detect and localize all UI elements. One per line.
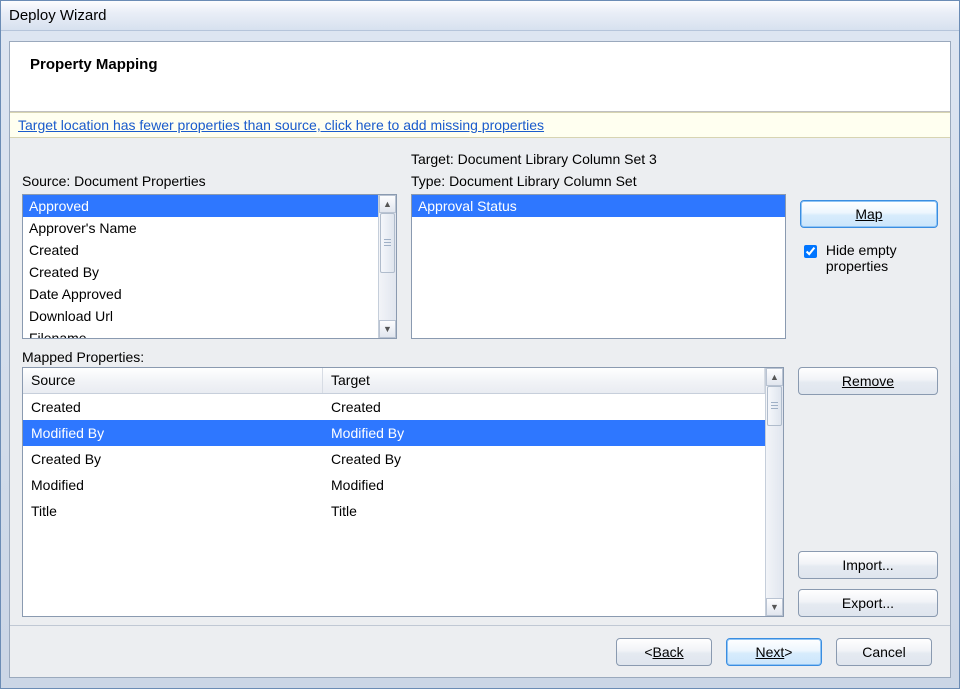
- table-row[interactable]: CreatedCreated: [23, 394, 765, 420]
- cell-target: Created: [323, 397, 765, 417]
- map-button[interactable]: Map: [800, 200, 938, 228]
- table-row[interactable]: Modified ByModified By: [23, 420, 765, 446]
- target-column: Target: Document Library Column Set 3 Ty…: [411, 148, 786, 339]
- warning-bar: Target location has fewer properties tha…: [10, 112, 950, 138]
- cell-source: Title: [23, 501, 323, 521]
- window-title: Deploy Wizard: [9, 7, 107, 24]
- content-area: Source: Document Properties ApprovedAppr…: [10, 138, 950, 625]
- map-controls-column: Map Hide empty properties: [800, 148, 938, 274]
- source-label: Source: Document Properties: [22, 170, 397, 192]
- scroll-thumb[interactable]: [767, 386, 782, 426]
- scroll-down-icon[interactable]: ▼: [379, 320, 396, 338]
- source-list-item[interactable]: Filename: [23, 327, 378, 338]
- source-list-item[interactable]: Approved: [23, 195, 378, 217]
- mapped-grid-area: Source Target CreatedCreatedModified ByM…: [22, 367, 938, 617]
- mapped-grid[interactable]: Source Target CreatedCreatedModified ByM…: [22, 367, 784, 617]
- cell-target: Modified: [323, 475, 765, 495]
- scroll-up-icon[interactable]: ▲: [766, 368, 783, 386]
- mapped-grid-scrollbar[interactable]: ▲ ▼: [765, 368, 783, 616]
- source-list-item[interactable]: Approver's Name: [23, 217, 378, 239]
- cell-source: Created: [23, 397, 323, 417]
- window-client-area: Property Mapping Target location has few…: [1, 31, 959, 688]
- target-type-label: Type: Document Library Column Set: [411, 170, 786, 192]
- source-list-item[interactable]: Date Approved: [23, 283, 378, 305]
- target-list-item[interactable]: Approval Status: [412, 195, 785, 217]
- cell-source: Created By: [23, 449, 323, 469]
- source-list-item[interactable]: Created: [23, 239, 378, 261]
- window-titlebar[interactable]: Deploy Wizard: [1, 1, 959, 31]
- cell-source: Modified: [23, 475, 323, 495]
- mapping-top-area: Source: Document Properties ApprovedAppr…: [22, 148, 938, 339]
- wizard-footer: < Back Next > Cancel: [10, 625, 950, 677]
- source-column: Source: Document Properties ApprovedAppr…: [22, 148, 397, 339]
- remove-button[interactable]: Remove: [798, 367, 938, 395]
- hide-empty-checkbox[interactable]: [804, 245, 817, 258]
- cell-target: Modified By: [323, 423, 765, 443]
- wizard-panel: Property Mapping Target location has few…: [9, 41, 951, 678]
- next-button[interactable]: Next >: [726, 638, 822, 666]
- import-button[interactable]: Import...: [798, 551, 938, 579]
- table-row[interactable]: Created ByCreated By: [23, 446, 765, 472]
- source-scrollbar[interactable]: ▲ ▼: [378, 195, 396, 338]
- warning-link[interactable]: Target location has fewer properties tha…: [18, 117, 544, 133]
- hide-empty-checkbox-row[interactable]: Hide empty properties: [800, 236, 938, 274]
- cell-target: Created By: [323, 449, 765, 469]
- wizard-header: Property Mapping: [10, 42, 950, 112]
- column-header-target[interactable]: Target: [323, 368, 765, 393]
- table-row[interactable]: TitleTitle: [23, 498, 765, 524]
- column-header-source[interactable]: Source: [23, 368, 323, 393]
- target-label: Target: Document Library Column Set 3: [411, 148, 786, 170]
- export-button[interactable]: Export...: [798, 589, 938, 617]
- back-button[interactable]: < Back: [616, 638, 712, 666]
- scroll-thumb[interactable]: [380, 213, 395, 273]
- source-list-item[interactable]: Created By: [23, 261, 378, 283]
- scroll-down-icon[interactable]: ▼: [766, 598, 783, 616]
- mapped-properties-label: Mapped Properties:: [22, 349, 938, 365]
- source-list-item[interactable]: Download Url: [23, 305, 378, 327]
- hide-empty-label: Hide empty properties: [826, 242, 938, 274]
- target-listbox[interactable]: Approval Status: [411, 194, 786, 339]
- scroll-up-icon[interactable]: ▲: [379, 195, 396, 213]
- cancel-button[interactable]: Cancel: [836, 638, 932, 666]
- cell-target: Title: [323, 501, 765, 521]
- cell-source: Modified By: [23, 423, 323, 443]
- mapped-grid-header[interactable]: Source Target: [23, 368, 765, 394]
- table-row[interactable]: ModifiedModified: [23, 472, 765, 498]
- mapped-grid-side-buttons: Remove Import... Export...: [798, 367, 938, 617]
- source-listbox[interactable]: ApprovedApprover's NameCreatedCreated By…: [22, 194, 397, 339]
- page-title: Property Mapping: [30, 56, 158, 73]
